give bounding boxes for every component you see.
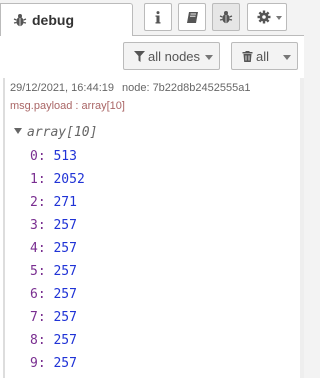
item-value: 257 bbox=[53, 218, 77, 233]
chevron-down-icon bbox=[283, 55, 291, 60]
array-item: 5: 257 bbox=[30, 264, 77, 279]
item-index: 0 bbox=[30, 149, 38, 164]
caret-down-icon bbox=[14, 128, 22, 134]
item-value: 257 bbox=[53, 310, 77, 325]
scrollbar[interactable] bbox=[300, 78, 304, 378]
sidebar-header: debug bbox=[0, 0, 304, 36]
array-item: 2: 271 bbox=[30, 195, 77, 210]
item-value: 257 bbox=[53, 241, 77, 256]
item-colon: : bbox=[37, 310, 54, 325]
item-colon: : bbox=[37, 149, 54, 164]
array-item: 1: 2052 bbox=[30, 172, 85, 187]
chevron-down-icon bbox=[205, 55, 213, 60]
gear-icon bbox=[257, 10, 270, 24]
settings-button[interactable] bbox=[247, 3, 287, 31]
array-item: 7: 257 bbox=[30, 310, 77, 325]
chevron-down-icon bbox=[276, 16, 282, 20]
array-toggle[interactable]: array[10] bbox=[14, 125, 97, 140]
book-icon bbox=[186, 11, 198, 23]
array-item: 4: 257 bbox=[30, 241, 77, 256]
item-value: 257 bbox=[53, 333, 77, 348]
item-colon: : bbox=[37, 195, 54, 210]
item-value: 257 bbox=[53, 356, 77, 371]
bug-icon bbox=[13, 14, 27, 27]
item-value: 257 bbox=[53, 264, 77, 279]
filter-nodes-dropdown[interactable]: all nodes bbox=[123, 42, 220, 70]
filter-nodes-label: all nodes bbox=[148, 48, 201, 64]
filter-icon bbox=[134, 50, 145, 62]
array-item: 3: 257 bbox=[30, 218, 77, 233]
item-colon: : bbox=[37, 287, 54, 302]
item-colon: : bbox=[37, 218, 54, 233]
message-topic: msg.payload : array[10] bbox=[10, 100, 125, 112]
item-value: 513 bbox=[53, 149, 77, 164]
item-index: 5 bbox=[30, 264, 38, 279]
debug-messages: 29/12/2021, 16:44:19 node: 7b22d8b2452555… bbox=[0, 78, 304, 378]
debug-message: 29/12/2021, 16:44:19 node: 7b22d8b2452555… bbox=[3, 78, 300, 378]
array-item: 8: 257 bbox=[30, 333, 77, 348]
message-meta: 29/12/2021, 16:44:19 node: 7b22d8b2452555… bbox=[10, 82, 250, 94]
item-value: 271 bbox=[53, 195, 77, 210]
trash-icon bbox=[242, 50, 253, 62]
item-index: 8 bbox=[30, 333, 38, 348]
message-timestamp: 29/12/2021, 16:44:19 bbox=[10, 82, 114, 94]
item-value: 2052 bbox=[53, 172, 85, 187]
message-node-link[interactable]: node: 7b22d8b2452555a1 bbox=[122, 82, 250, 94]
book-button[interactable] bbox=[178, 3, 206, 31]
array-item: 0: 513 bbox=[30, 149, 77, 164]
item-colon: : bbox=[37, 241, 54, 256]
item-index: 4 bbox=[30, 241, 38, 256]
item-index: 7 bbox=[30, 310, 38, 325]
item-index: 3 bbox=[30, 218, 38, 233]
array-item: 9: 257 bbox=[30, 356, 77, 371]
tab-debug[interactable]: debug bbox=[0, 3, 133, 36]
item-colon: : bbox=[37, 172, 54, 187]
item-index: 2 bbox=[30, 195, 38, 210]
item-colon: : bbox=[37, 264, 54, 279]
debug-button[interactable] bbox=[212, 3, 240, 31]
array-item: 6: 257 bbox=[30, 287, 77, 302]
item-index: 1 bbox=[30, 172, 38, 187]
info-button[interactable] bbox=[144, 3, 172, 31]
bug-icon bbox=[219, 11, 233, 24]
item-index: 6 bbox=[30, 287, 38, 302]
item-value: 257 bbox=[53, 287, 77, 302]
array-label: array[10] bbox=[27, 125, 98, 140]
clear-dropdown[interactable]: all bbox=[231, 42, 298, 70]
item-colon: : bbox=[37, 333, 54, 348]
item-colon: : bbox=[37, 356, 54, 371]
clear-label: all bbox=[256, 48, 270, 64]
tab-label: debug bbox=[32, 12, 74, 28]
info-icon bbox=[155, 10, 161, 23]
debug-toolbar: all nodes all bbox=[0, 36, 304, 78]
item-index: 9 bbox=[30, 356, 38, 371]
